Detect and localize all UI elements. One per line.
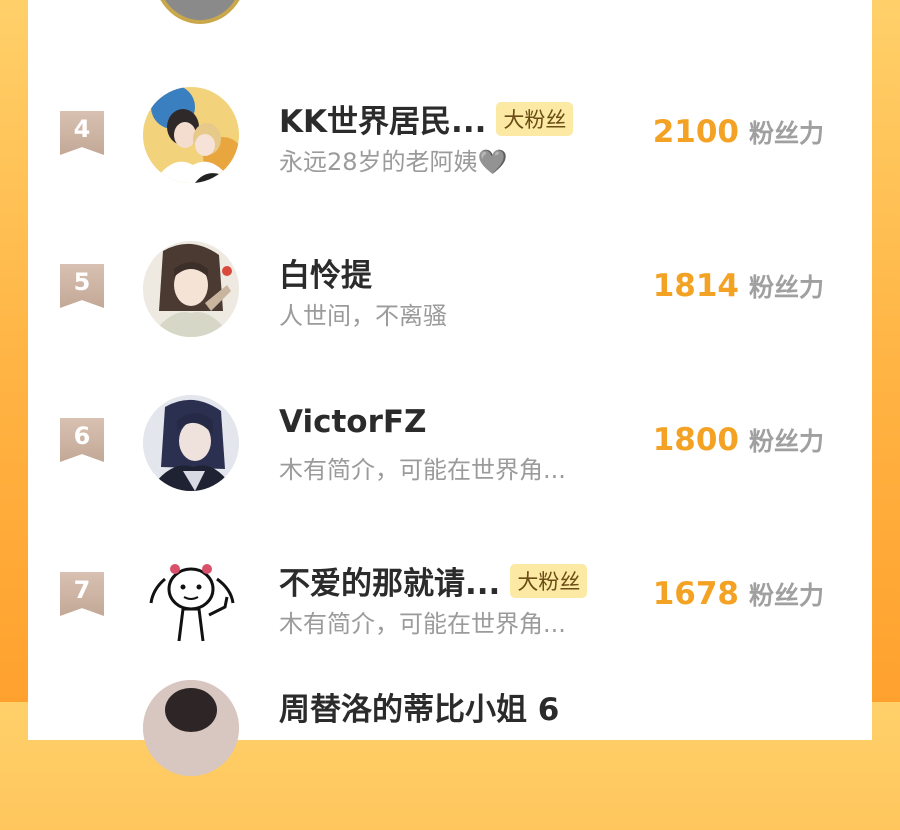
score-value: 1678 <box>652 576 739 612</box>
score-group: 1814 粉丝力 <box>653 268 824 304</box>
name-row: KK世界居民... 大粉丝 <box>279 96 574 141</box>
user-name[interactable]: KK世界居民... <box>279 96 486 141</box>
avatar-partial-top[interactable] <box>153 0 247 24</box>
avatar[interactable] <box>143 680 239 776</box>
user-bio: 木有简介，可能在世界角... <box>279 456 566 484</box>
rank-badge: 6 <box>60 418 104 462</box>
list-item[interactable]: 5 白怜提 人世间，不离骚 1814 粉丝力 <box>28 214 872 368</box>
rank-badge: 7 <box>60 572 104 616</box>
user-name[interactable]: VictorFZ <box>279 404 427 440</box>
score-unit: 粉丝力 <box>748 273 824 302</box>
name-row: 不爱的那就请... 大粉丝 <box>279 558 588 603</box>
score-value: 1800 <box>652 422 739 458</box>
avatar[interactable] <box>143 87 239 183</box>
list-item[interactable]: 周替洛的蒂比小姐 6 <box>28 676 872 830</box>
list-item[interactable]: 4 KK世界居民... 大粉丝 永远28岁的老阿姨🩶 2100 粉丝力 <box>28 60 872 214</box>
user-name[interactable]: 周替洛的蒂比小姐 6 <box>279 684 559 729</box>
user-name[interactable]: 不爱的那就请... <box>279 558 500 603</box>
score-value: 1814 <box>652 268 739 304</box>
score-group: 1800 粉丝力 <box>653 422 824 458</box>
user-name[interactable]: 白怜提 <box>279 250 372 295</box>
score-unit: 粉丝力 <box>748 119 824 148</box>
name-row: 白怜提 <box>279 250 372 295</box>
score-group: 2100 粉丝力 <box>653 114 824 150</box>
avatar[interactable] <box>143 549 239 645</box>
fan-badge: 大粉丝 <box>510 563 588 598</box>
score-group: 1678 粉丝力 <box>653 576 824 612</box>
score-value: 2100 <box>652 114 739 150</box>
avatar[interactable] <box>143 395 239 491</box>
name-row: 周替洛的蒂比小姐 6 <box>279 684 559 729</box>
rank-badge: 5 <box>60 264 104 308</box>
leaderboard-card: 4 KK世界居民... 大粉丝 永远28岁的老阿姨🩶 2100 粉丝力 5 白怜… <box>28 0 872 776</box>
user-bio: 永远28岁的老阿姨🩶 <box>279 148 508 176</box>
user-bio: 人世间，不离骚 <box>279 302 447 330</box>
user-bio: 木有简介，可能在世界角... <box>279 610 566 638</box>
name-row: VictorFZ <box>279 404 427 440</box>
list-item[interactable]: 7 不爱的那就请... 大粉丝 木有简介，可能在世界角... 1678 粉丝力 <box>28 522 872 676</box>
list-item[interactable]: 6 VictorFZ 木有简介，可能在世界角... 1800 粉丝力 <box>28 368 872 522</box>
avatar[interactable] <box>143 241 239 337</box>
rank-badge: 4 <box>60 111 104 155</box>
score-unit: 粉丝力 <box>748 581 824 610</box>
fan-badge: 大粉丝 <box>496 101 574 136</box>
score-unit: 粉丝力 <box>748 427 824 456</box>
